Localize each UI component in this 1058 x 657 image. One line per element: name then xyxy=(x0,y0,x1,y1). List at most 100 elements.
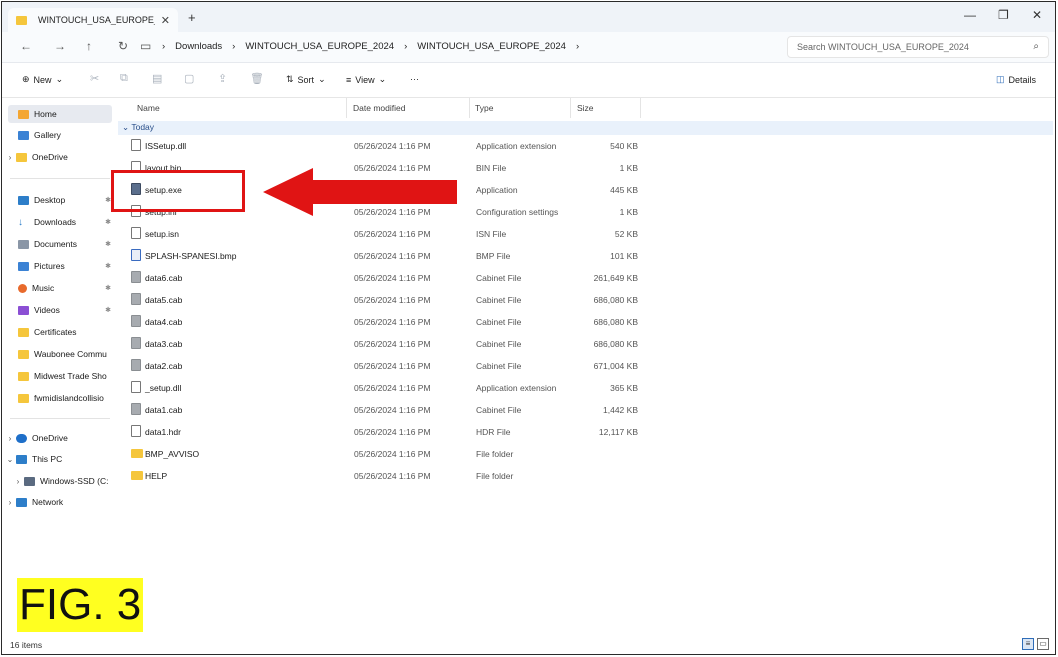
sidebar-item-onedrive-cloud[interactable]: › OneDrive xyxy=(2,429,115,447)
column-divider[interactable] xyxy=(570,98,571,118)
file-row[interactable]: _setup.dll 05/26/2024 1:16 PM Applicatio… xyxy=(118,378,638,400)
paste-icon[interactable]: ▤ xyxy=(152,72,162,85)
dll-file-icon xyxy=(131,381,141,393)
group-header-today[interactable]: ⌄ Today xyxy=(118,121,1053,135)
sidebar-item-waubonee[interactable]: Waubonee Commu xyxy=(2,345,115,363)
breadcrumb-folder[interactable]: WINTOUCH_USA_EUROPE_2024 xyxy=(245,41,394,52)
sidebar-item-gallery[interactable]: Gallery xyxy=(2,126,115,144)
monitor-icon[interactable]: ▭ xyxy=(140,39,151,53)
view-button[interactable]: ≡ View ⌄ xyxy=(346,74,386,85)
file-row[interactable]: SPLASH-SPANESI.bmp 05/26/2024 1:16 PM BM… xyxy=(118,246,638,268)
folder-row[interactable]: BMP_AVVISO 05/26/2024 1:16 PM File folde… xyxy=(118,444,638,466)
share-icon[interactable]: ⇪ xyxy=(218,72,227,85)
sidebar-item-this-pc[interactable]: ⌄ This PC xyxy=(2,450,115,468)
chevron-right-icon[interactable]: › xyxy=(12,477,24,486)
sort-icon: ⇅ xyxy=(286,74,294,84)
cut-icon[interactable]: ✂ xyxy=(90,72,99,85)
file-row[interactable]: data1.cab 05/26/2024 1:16 PM Cabinet Fil… xyxy=(118,400,638,422)
file-type: Cabinet File xyxy=(476,405,522,415)
sidebar-item-music[interactable]: Music ✱ xyxy=(2,279,115,297)
chevron-right-icon[interactable]: › xyxy=(576,41,579,52)
file-date: 05/26/2024 1:16 PM xyxy=(354,383,431,393)
column-type[interactable]: Type xyxy=(475,103,493,113)
sidebar-item-home[interactable]: Home xyxy=(8,105,112,123)
sidebar-item-documents[interactable]: Documents ✱ xyxy=(2,235,115,253)
file-explorer-window: WINTOUCH_USA_EUROPE_202 ✕ + — ❐ ✕ ← → ↑ … xyxy=(1,1,1056,655)
forward-arrow-icon[interactable]: → xyxy=(54,39,66,53)
more-options-button[interactable]: ··· xyxy=(410,74,419,84)
details-button[interactable]: ◫ Details xyxy=(996,74,1036,85)
close-tab-icon[interactable]: ✕ xyxy=(161,14,170,27)
breadcrumb-downloads[interactable]: Downloads xyxy=(175,41,222,52)
column-size[interactable]: Size xyxy=(577,103,594,113)
file-date: 05/26/2024 1:16 PM xyxy=(354,361,431,371)
home-icon xyxy=(18,109,29,119)
file-date: 05/26/2024 1:16 PM xyxy=(354,273,431,283)
search-input[interactable]: Search WINTOUCH_USA_EUROPE_2024 ⌕ xyxy=(787,36,1049,58)
sidebar-item-downloads[interactable]: ↓ Downloads ✱ xyxy=(2,213,115,231)
sidebar-item-videos[interactable]: Videos ✱ xyxy=(2,301,115,319)
chevron-down-icon[interactable]: ⌄ xyxy=(4,455,16,464)
new-button[interactable]: ⊕ New ⌄ xyxy=(22,74,63,85)
back-arrow-icon[interactable]: ← xyxy=(20,39,32,53)
column-divider[interactable] xyxy=(469,98,470,118)
sidebar-item-windows-ssd[interactable]: › Windows-SSD (C: xyxy=(2,472,115,490)
new-tab-button[interactable]: + xyxy=(188,11,196,24)
pin-icon: ✱ xyxy=(105,263,111,270)
sidebar-item-pictures[interactable]: Pictures ✱ xyxy=(2,257,115,275)
tab-wintouch[interactable]: WINTOUCH_USA_EUROPE_202 ✕ xyxy=(8,8,178,32)
file-row[interactable]: ISSetup.dll 05/26/2024 1:16 PM Applicati… xyxy=(118,136,638,158)
file-date: 05/26/2024 1:16 PM xyxy=(354,229,431,239)
file-name: data1.cab xyxy=(145,405,183,415)
file-type: Application xyxy=(476,185,518,195)
rename-icon[interactable]: ▢ xyxy=(184,72,194,85)
file-name: SPLASH-SPANESI.bmp xyxy=(145,251,237,261)
sidebar-label: Pictures xyxy=(34,261,65,271)
sidebar-item-fwmidisland[interactable]: fwmidislandcollisio xyxy=(2,389,115,407)
delete-icon[interactable]: 🗑 xyxy=(250,72,264,85)
folder-icon xyxy=(16,152,27,162)
tab-title: WINTOUCH_USA_EUROPE_202 xyxy=(38,15,155,25)
file-row[interactable]: data1.hdr 05/26/2024 1:16 PM HDR File 12… xyxy=(118,422,638,444)
file-row[interactable]: data3.cab 05/26/2024 1:16 PM Cabinet Fil… xyxy=(118,334,638,356)
close-window-button[interactable]: ✕ xyxy=(1032,8,1042,22)
cabinet-file-icon xyxy=(131,337,141,349)
breadcrumb-subfolder[interactable]: WINTOUCH_USA_EUROPE_2024 xyxy=(417,41,566,52)
file-row[interactable]: setup.isn 05/26/2024 1:16 PM ISN File 52… xyxy=(118,224,638,246)
details-view-icon[interactable]: ≡ xyxy=(1022,638,1034,650)
file-row[interactable]: data4.cab 05/26/2024 1:16 PM Cabinet Fil… xyxy=(118,312,638,334)
view-label: View xyxy=(355,74,375,85)
sidebar-item-desktop[interactable]: Desktop ✱ xyxy=(2,191,115,209)
restore-button[interactable]: ❐ xyxy=(998,8,1009,22)
file-row[interactable]: data2.cab 05/26/2024 1:16 PM Cabinet Fil… xyxy=(118,356,638,378)
up-arrow-icon[interactable]: ↑ xyxy=(86,39,92,53)
cabinet-file-icon xyxy=(131,403,141,415)
sidebar-item-midwest[interactable]: Midwest Trade Sho xyxy=(2,367,115,385)
address-bar: ← → ↑ ↻ ▭ › Downloads › WINTOUCH_USA_EUR… xyxy=(2,32,1055,63)
chevron-right-icon[interactable]: › xyxy=(4,498,16,507)
title-bar: WINTOUCH_USA_EUROPE_202 ✕ + — ❐ ✕ xyxy=(2,2,1055,32)
documents-icon xyxy=(18,239,29,249)
copy-icon[interactable]: ⧉ xyxy=(120,72,128,85)
folder-row[interactable]: HELP 05/26/2024 1:16 PM File folder xyxy=(118,466,638,488)
sidebar-item-onedrive[interactable]: › OneDrive xyxy=(2,148,115,166)
sidebar-item-network[interactable]: › Network xyxy=(2,493,115,511)
chevron-down-icon: ⌄ xyxy=(55,74,64,84)
file-type: Application extension xyxy=(476,383,557,393)
tiles-view-icon[interactable]: ▭ xyxy=(1037,638,1049,650)
drive-icon xyxy=(24,476,35,486)
sort-button[interactable]: ⇅ Sort ⌄ xyxy=(286,74,326,85)
sidebar-item-certificates[interactable]: Certificates xyxy=(2,323,115,341)
refresh-icon[interactable]: ↻ xyxy=(118,39,128,53)
sidebar-label: Midwest Trade Sho xyxy=(34,371,107,381)
minimize-button[interactable]: — xyxy=(964,8,976,22)
file-row[interactable]: data6.cab 05/26/2024 1:16 PM Cabinet Fil… xyxy=(118,268,638,290)
file-type: BIN File xyxy=(476,163,507,173)
column-date[interactable]: Date modified xyxy=(353,103,405,113)
chevron-right-icon[interactable]: › xyxy=(4,434,16,443)
column-divider[interactable] xyxy=(346,98,347,118)
column-name[interactable]: Name xyxy=(137,103,160,113)
chevron-right-icon[interactable]: › xyxy=(4,153,16,162)
file-row[interactable]: data5.cab 05/26/2024 1:16 PM Cabinet Fil… xyxy=(118,290,638,312)
column-divider[interactable] xyxy=(640,98,641,118)
